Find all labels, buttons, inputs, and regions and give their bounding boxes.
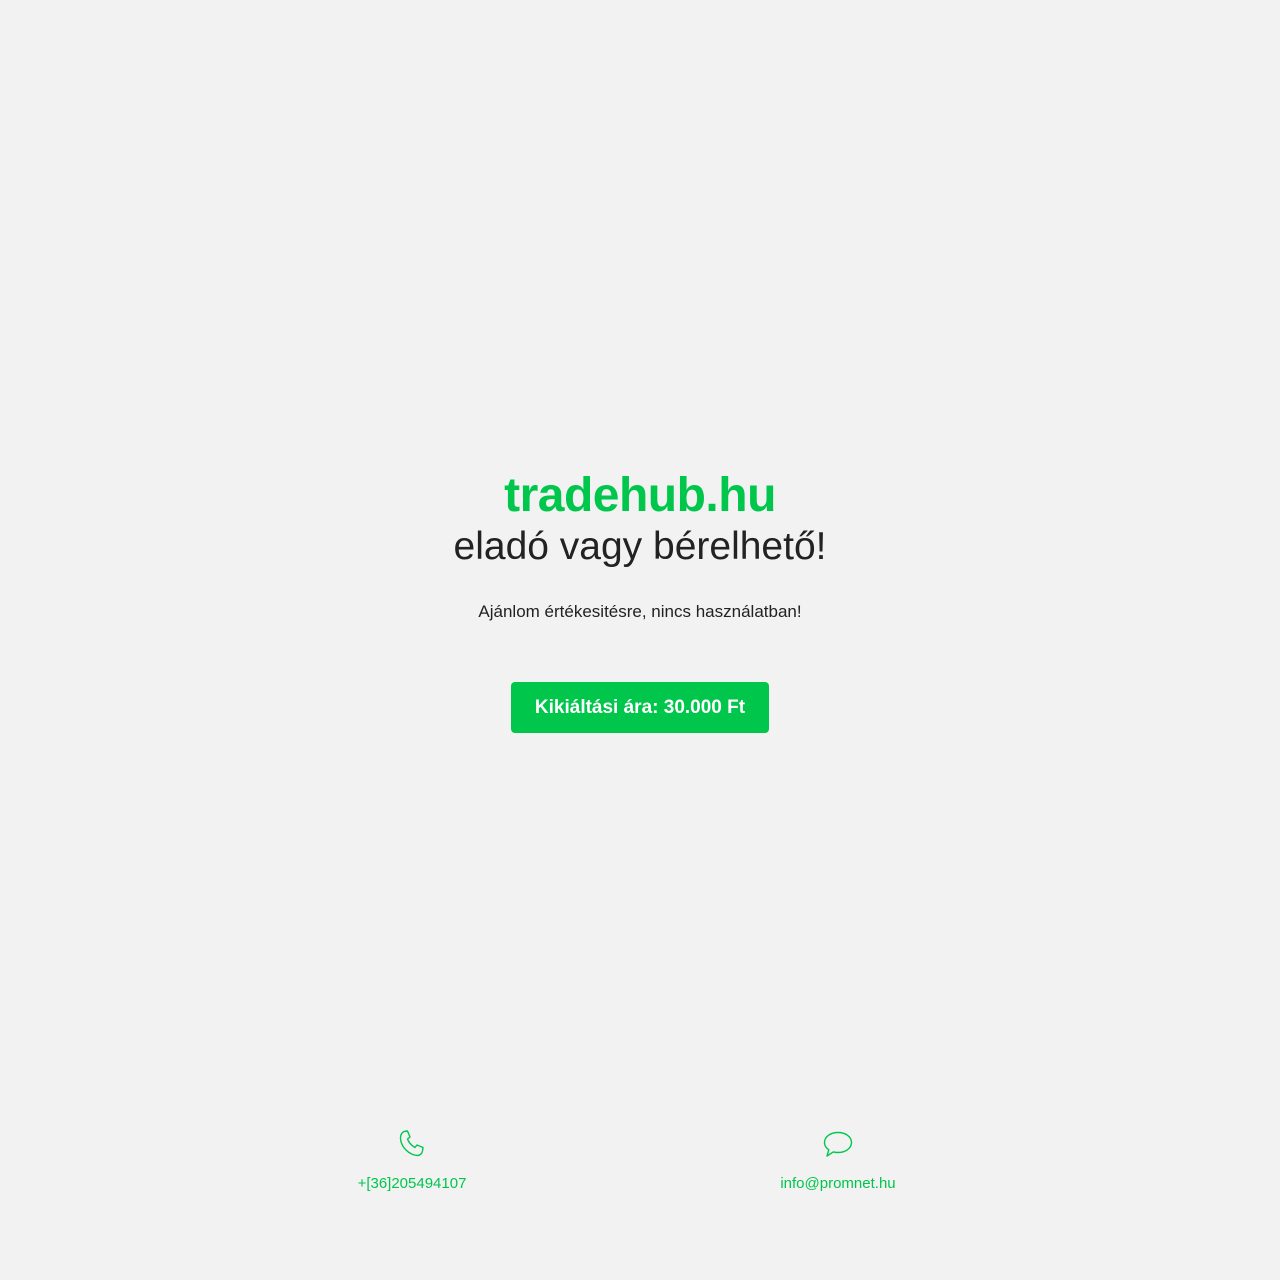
phone-contact: +[36]205494107 bbox=[292, 1128, 532, 1193]
chat-bubble-icon bbox=[822, 1128, 854, 1160]
email-contact: info@promnet.hu bbox=[718, 1128, 958, 1193]
email-link[interactable]: info@promnet.hu bbox=[718, 1175, 958, 1193]
hero-section: tradehub.hu eladó vagy bérelhető! Ajánlo… bbox=[0, 468, 1280, 623]
sale-description: Ajánlom értékesitésre, nincs használatba… bbox=[478, 602, 802, 621]
sale-headline: eladó vagy bérelhető! bbox=[453, 525, 827, 568]
domain-name: tradehub.hu bbox=[504, 469, 776, 522]
phone-icon bbox=[396, 1128, 428, 1160]
phone-link[interactable]: +[36]205494107 bbox=[292, 1175, 532, 1193]
price-button[interactable]: Kikiáltási ára: 30.000 Ft bbox=[511, 682, 769, 733]
